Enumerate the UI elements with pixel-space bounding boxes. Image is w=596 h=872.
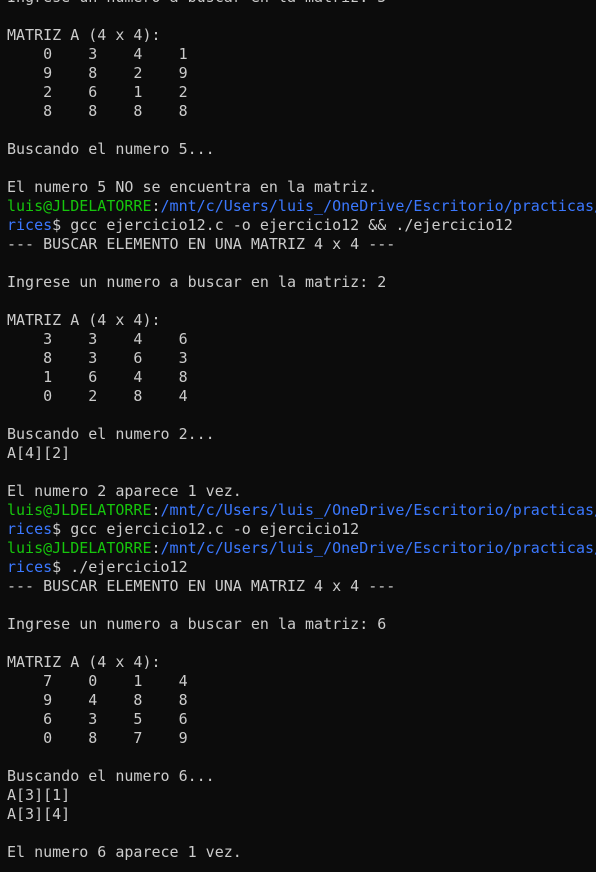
terminal-line: rices$ gcc ejercicio12.c -o ejercicio12: [7, 520, 596, 539]
prompt-user: luis@JLDELATORRE: [7, 539, 152, 557]
output-text: El numero 6 aparece 1 vez.: [7, 843, 242, 861]
output-text: --- BUSCAR ELEMENTO EN UNA MATRIZ 4 x 4 …: [7, 577, 396, 595]
output-text: A[4][2]: [7, 444, 71, 462]
output-text: 2 6 1 2: [7, 83, 188, 101]
terminal-line: rices$ gcc ejercicio12.c -o ejercicio12 …: [7, 216, 596, 235]
terminal-line: 6 3 5 6: [7, 710, 596, 729]
terminal-line: luis@JLDELATORRE:/mnt/c/Users/luis_/OneD…: [7, 539, 596, 558]
terminal-line: 8 3 6 3: [7, 349, 596, 368]
output-text: Ingrese un numero a buscar en la matriz:…: [7, 615, 387, 633]
prompt-path: rices: [7, 216, 53, 234]
terminal-line: A[4][2]: [7, 444, 596, 463]
output-text: Buscando el numero 2...: [7, 425, 215, 443]
output-text: $ ./ejercicio12: [52, 558, 188, 576]
output-text: 0 2 8 4: [7, 387, 188, 405]
terminal-line: 9 8 2 9: [7, 64, 596, 83]
output-text: 7 0 1 4: [7, 672, 188, 690]
terminal-line: Ingrese un numero a buscar en la matriz:…: [7, 615, 596, 634]
output-text: 0 3 4 1: [7, 45, 188, 63]
terminal-line: Buscando el numero 2...: [7, 425, 596, 444]
terminal-line: rices$ ./ejercicio12: [7, 558, 596, 577]
terminal-line: A[3][4]: [7, 805, 596, 824]
terminal-line: 3 3 4 6: [7, 330, 596, 349]
terminal-line: 0 3 4 1: [7, 45, 596, 64]
terminal-line: El numero 6 aparece 1 vez.: [7, 843, 596, 862]
output-text: :: [151, 539, 161, 557]
output-text: Buscando el numero 5...: [7, 140, 215, 158]
output-text: $ gcc ejercicio12.c -o ejercicio12: [52, 520, 360, 538]
output-text: 0 8 7 9: [7, 729, 188, 747]
output-text: 8 8 8 8: [7, 102, 188, 120]
output-text: Ingrese un numero a buscar en la matriz:…: [7, 273, 387, 291]
prompt-user: luis@JLDELATORRE: [7, 501, 152, 519]
terminal-line: MATRIZ A (4 x 4):: [7, 653, 596, 672]
output-text: 9 8 2 9: [7, 64, 188, 82]
terminal-line: 0 8 7 9: [7, 729, 596, 748]
output-text: El numero 5 NO se encuentra en la matriz…: [7, 178, 378, 196]
output-text: 6 3 5 6: [7, 710, 188, 728]
terminal-line: Ingrese un numero a buscar en la matriz:…: [7, 273, 596, 292]
prompt-path: /mnt/c/Users/luis_/OneDrive/Escritorio/p…: [160, 197, 596, 215]
output-text: A[3][4]: [7, 805, 71, 823]
output-text: MATRIZ A (4 x 4):: [7, 26, 161, 44]
terminal-line: MATRIZ A (4 x 4):: [7, 26, 596, 45]
output-text: --- BUSCAR ELEMENTO EN UNA MATRIZ 4 x 4 …: [7, 235, 396, 253]
output-text: MATRIZ A (4 x 4):: [7, 653, 161, 671]
terminal-line: luis@JLDELATORRE:/mnt/c/Users/luis_/OneD…: [7, 197, 596, 216]
terminal-line: --- BUSCAR ELEMENTO EN UNA MATRIZ 4 x 4 …: [7, 235, 596, 254]
terminal-line: luis@JLDELATORRE:/mnt/c/Users/luis_/OneD…: [7, 501, 596, 520]
output-text: MATRIZ A (4 x 4):: [7, 311, 161, 329]
output-text: El numero 2 aparece 1 vez.: [7, 482, 242, 500]
output-text: Ingrese un numero a buscar en la matriz:…: [7, 0, 386, 6]
terminal-line: 2 6 1 2: [7, 83, 596, 102]
terminal-line: 0 2 8 4: [7, 387, 596, 406]
prompt-user: luis@JLDELATORRE: [7, 197, 152, 215]
terminal-line: El numero 2 aparece 1 vez.: [7, 482, 596, 501]
output-text: $ gcc ejercicio12.c -o ejercicio12 && ./…: [52, 216, 513, 234]
prompt-path: /mnt/c/Users/luis_/OneDrive/Escritorio/p…: [160, 539, 596, 557]
terminal-line: MATRIZ A (4 x 4):: [7, 311, 596, 330]
output-text: Buscando el numero 6...: [7, 767, 215, 785]
terminal-line: A[3][1]: [7, 786, 596, 805]
output-text: 3 3 4 6: [7, 330, 188, 348]
output-text: A[3][1]: [7, 786, 71, 804]
terminal-line: Buscando el numero 6...: [7, 767, 596, 786]
output-text: 8 3 6 3: [7, 349, 188, 367]
terminal-line: 1 6 4 8: [7, 368, 596, 387]
terminal-line: Ingrese un numero a buscar en la matriz:…: [7, 0, 596, 7]
prompt-path: /mnt/c/Users/luis_/OneDrive/Escritorio/p…: [160, 501, 596, 519]
output-text: 9 4 8 8: [7, 691, 188, 709]
terminal-line: 9 4 8 8: [7, 691, 596, 710]
terminal-line: Buscando el numero 5...: [7, 140, 596, 159]
prompt-path: rices: [7, 520, 53, 538]
terminal-line: 7 0 1 4: [7, 672, 596, 691]
terminal-line: El numero 5 NO se encuentra en la matriz…: [7, 178, 596, 197]
terminal-output[interactable]: Ingrese un numero a buscar en la matriz:…: [0, 0, 596, 872]
output-text: :: [151, 501, 161, 519]
output-text: 1 6 4 8: [7, 368, 188, 386]
terminal-line: 8 8 8 8: [7, 102, 596, 121]
terminal-line: --- BUSCAR ELEMENTO EN UNA MATRIZ 4 x 4 …: [7, 577, 596, 596]
output-text: :: [151, 197, 161, 215]
prompt-path: rices: [7, 558, 53, 576]
